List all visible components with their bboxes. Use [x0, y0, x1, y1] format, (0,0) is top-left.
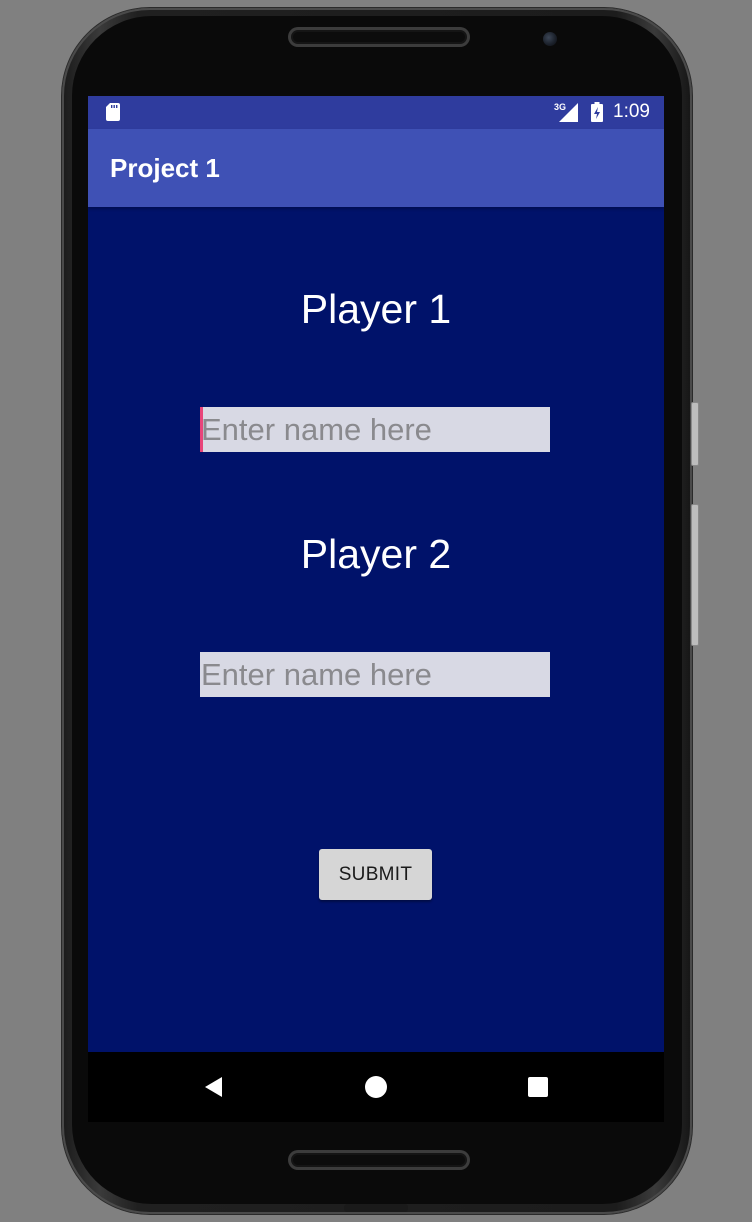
- player-2-label: Player 2: [300, 531, 452, 577]
- text-cursor: [200, 407, 203, 452]
- navigation-bar: [88, 1052, 664, 1122]
- network-type-label: 3G: [554, 102, 566, 112]
- app-title: Project 1: [110, 153, 220, 183]
- bottom-port: [344, 1204, 408, 1212]
- battery-charging-icon: [591, 102, 603, 122]
- volume-button[interactable]: [691, 504, 699, 646]
- player-1-label: Player 1: [300, 286, 452, 332]
- device-screen: 3G 1:09 Project 1 Player 1 Player 2 SUBM…: [88, 96, 664, 1052]
- home-icon: [365, 1076, 387, 1098]
- sd-card-icon: [106, 103, 120, 121]
- player-1-name-input[interactable]: [200, 407, 550, 452]
- front-camera: [543, 32, 557, 46]
- back-button[interactable]: [198, 1072, 228, 1102]
- bottom-speaker-grille: [288, 1150, 470, 1170]
- submit-button[interactable]: SUBMIT: [319, 849, 432, 900]
- player-2-name-input[interactable]: [200, 652, 550, 697]
- recents-icon: [528, 1077, 548, 1097]
- home-button[interactable]: [361, 1072, 391, 1102]
- app-bar: Project 1: [88, 129, 664, 207]
- status-clock: 1:09: [613, 101, 650, 122]
- recents-button[interactable]: [523, 1072, 553, 1102]
- signal-3g-icon: 3G: [554, 102, 578, 122]
- status-bar: 3G 1:09: [88, 96, 664, 129]
- power-button[interactable]: [691, 402, 699, 466]
- top-speaker-grille: [288, 27, 470, 47]
- back-icon: [205, 1077, 222, 1097]
